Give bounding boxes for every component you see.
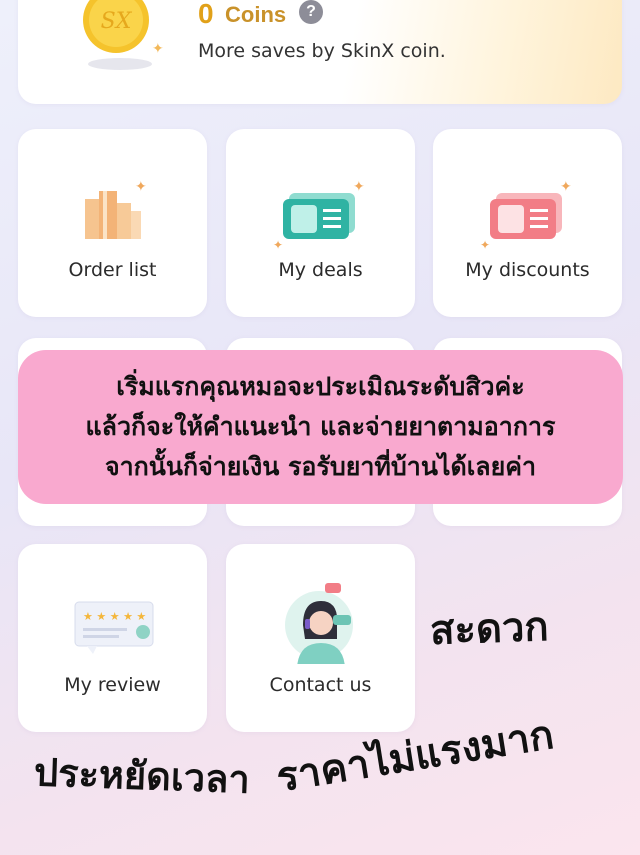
coin-card[interactable]: SX ✦ 0 Coins ? More saves by SkinX coin. xyxy=(18,0,622,104)
coin-count: 0 xyxy=(198,0,214,29)
info-banner: เริ่มแรกคุณหมอจะประเมิณระดับสิวค่ะ แล้วก… xyxy=(18,350,623,504)
boxes-icon: ✦ xyxy=(84,179,147,239)
tile-label: My deals xyxy=(278,259,363,281)
svg-text:✦: ✦ xyxy=(480,238,490,249)
handwritten-convenient: สะดวก xyxy=(429,603,550,655)
tile-label: Order list xyxy=(68,259,157,281)
tile-contact-us[interactable]: Contact us xyxy=(226,544,415,732)
svg-text:★ ★ ★ ★ ★: ★ ★ ★ ★ ★ xyxy=(83,610,146,623)
support-agent-icon xyxy=(284,583,353,664)
tile-my-discounts[interactable]: ✦ ✦ My discounts xyxy=(433,129,622,317)
svg-text:✦: ✦ xyxy=(560,179,572,195)
coin-shadow xyxy=(88,58,152,70)
tile-my-deals[interactable]: ✦ ✦ My deals xyxy=(226,129,415,317)
banner-line: จากนั้นก็จ่ายเงิน รอรับยาที่บ้านได้เลยค่… xyxy=(104,452,536,481)
svg-text:✦: ✦ xyxy=(273,238,283,249)
tile-label: Contact us xyxy=(269,674,372,696)
help-icon[interactable]: ? xyxy=(299,0,323,24)
tile-order-list[interactable]: ✦ Order list xyxy=(18,129,207,317)
tile-my-review[interactable]: ★ ★ ★ ★ ★ My review xyxy=(18,544,207,732)
sparkle-icon: ✦ xyxy=(152,41,164,57)
banner-line: แล้วก็จะให้คำแนะนำ และจ่ายยาตามอาการ xyxy=(85,412,556,441)
handwritten-save-time: ประหยัดเวลา xyxy=(33,750,251,802)
review-stars-icon: ★ ★ ★ ★ ★ xyxy=(74,601,153,654)
svg-text:✦: ✦ xyxy=(353,179,365,195)
svg-text:✦: ✦ xyxy=(135,179,147,195)
coin-description: More saves by SkinX coin. xyxy=(198,40,446,62)
tile-label: My review xyxy=(64,674,161,696)
tile-label: My discounts xyxy=(465,259,590,281)
ticket-icon: ✦ ✦ xyxy=(273,179,365,249)
coin-label: Coins xyxy=(225,2,287,27)
coin-mark: SX xyxy=(101,9,133,34)
coupon-icon: ✦ ✦ xyxy=(480,179,572,249)
banner-line: เริ่มแรกคุณหมอจะประเมิณระดับสิวค่ะ xyxy=(116,372,525,401)
coin-icon: SX xyxy=(83,0,149,53)
